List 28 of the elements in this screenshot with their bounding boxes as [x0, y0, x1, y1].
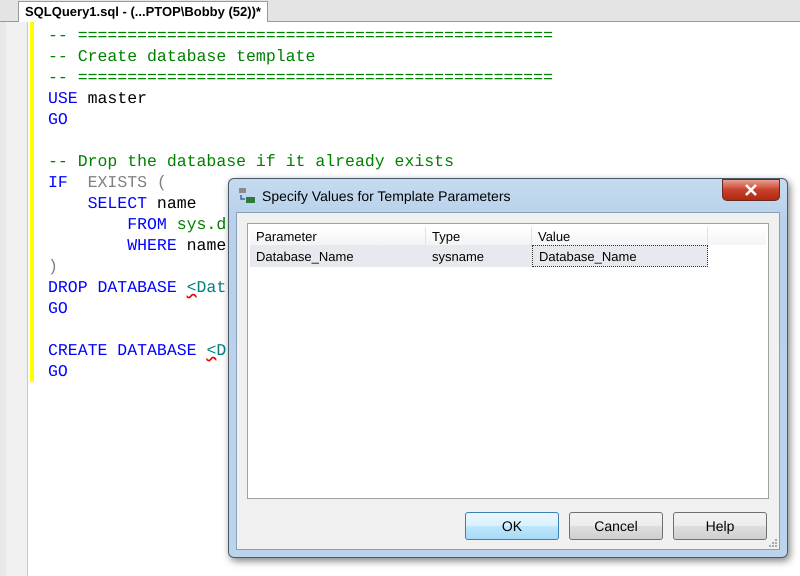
code-line: -- Create database template — [48, 46, 316, 67]
code-line: -- ================================================ — [48, 67, 553, 88]
table-cell-text: sysname — [431, 248, 486, 266]
text-replace-icon — [238, 186, 256, 204]
code-line: FROM sys.d — [126, 214, 226, 235]
dialog-title: Specify Values for Template Parameters — [262, 188, 512, 204]
table-cell-text: Database_Name — [255, 248, 355, 266]
table-cell[interactable]: Database_Name — [532, 245, 708, 267]
close-icon — [744, 184, 758, 196]
table-row[interactable]: Database_Name sysname Database_Name — [250, 245, 708, 267]
dialog-button[interactable]: Help — [673, 512, 767, 540]
dialog-button[interactable]: Cancel — [569, 512, 663, 540]
code-line: -- ================================================ — [48, 25, 553, 46]
code-line: CREATE DATABASE <D — [48, 340, 226, 361]
code-line: -- Drop the database if it already exists — [48, 151, 454, 172]
code-line: SELECT name — [86, 193, 197, 214]
resize-grip-icon[interactable] — [769, 539, 777, 547]
code-line: GO — [48, 109, 68, 130]
dialog-button[interactable]: OK — [465, 512, 559, 540]
code-line: IF EXISTS ( — [48, 172, 167, 193]
code-line: ) — [48, 256, 58, 277]
close-button[interactable] — [722, 178, 780, 200]
code-line: DROP DATABASE <Dat — [48, 277, 226, 298]
code-line: GO — [48, 361, 68, 382]
document-tab[interactable]: SQLQuery1.sql - (...PTOP\Bobby (52))* — [18, 1, 268, 22]
code-line: USE master — [48, 88, 148, 109]
code-line: GO — [48, 298, 68, 319]
code-line: WHERE name — [126, 235, 226, 256]
